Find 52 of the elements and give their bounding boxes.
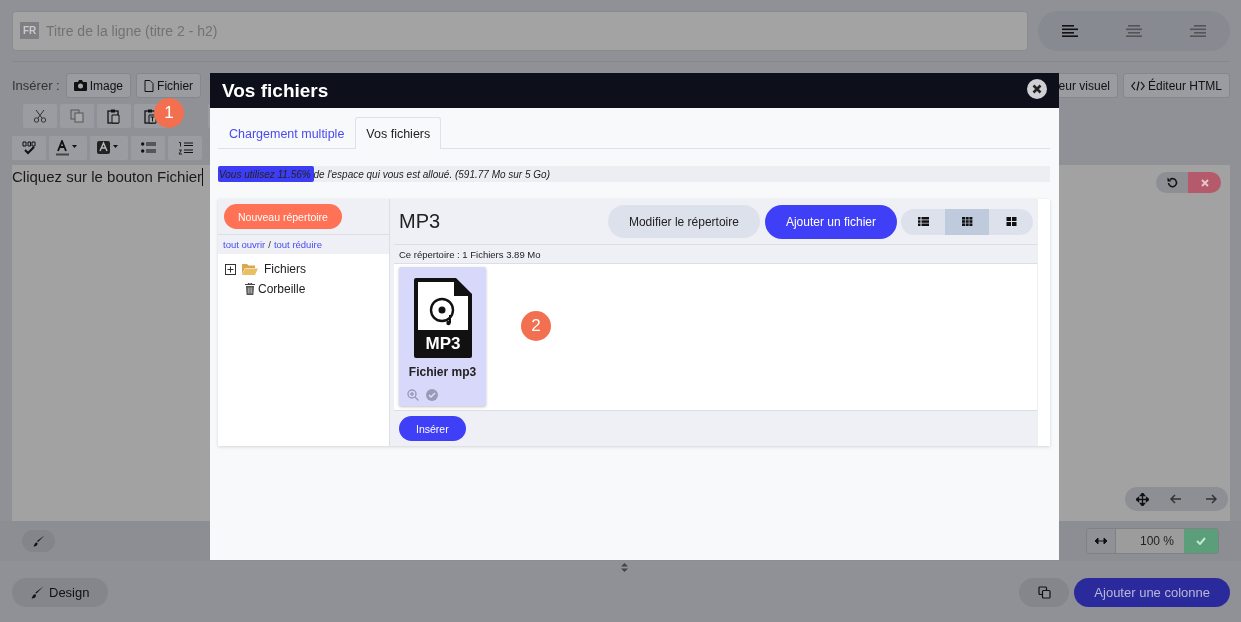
insert-button[interactable]: Insérer <box>399 416 466 441</box>
view-mode-icon <box>1005 217 1017 226</box>
cut-icon[interactable] <box>23 104 57 128</box>
spellcheck-icon[interactable] <box>12 136 46 160</box>
tree-item[interactable]: Fichiers <box>264 262 306 276</box>
paste-icon[interactable] <box>97 104 131 128</box>
view-mode-button[interactable] <box>945 208 989 235</box>
folder-info: Ce répertoire : 1 Fichiers 3.89 Mo <box>399 248 541 260</box>
zoom-field[interactable]: 100 % <box>1115 529 1184 553</box>
highlight-color-icon[interactable] <box>90 136 128 160</box>
view-mode-icon <box>961 217 973 226</box>
file-card[interactable]: MP3 Fichier mp3 <box>399 267 486 406</box>
code-icon <box>1130 80 1145 91</box>
expander-icon[interactable] <box>225 263 236 275</box>
brush-icon <box>32 535 45 547</box>
add-file-button[interactable]: Ajouter un fichier <box>764 204 897 239</box>
resize-icon[interactable] <box>620 562 628 572</box>
folder-icon <box>242 263 258 275</box>
text-align-icon[interactable] <box>1062 25 1078 37</box>
file-name: Fichier mp3 <box>408 365 477 379</box>
insert-button[interactable]: Image <box>65 73 132 98</box>
edit-folder-button[interactable]: Modifier le répertoire <box>607 205 760 238</box>
numbered-list-icon[interactable] <box>168 136 202 160</box>
language-badge: FR <box>20 22 40 39</box>
dialog-title: Vos fichiers <box>222 79 329 102</box>
editor-mode-button[interactable]: Éditeur HTML <box>1122 73 1230 98</box>
insert-label: Insérer : <box>12 78 60 93</box>
link-separator: / <box>268 239 271 250</box>
view-mode-icon <box>917 217 929 226</box>
file-icon <box>144 79 155 92</box>
undo-icon[interactable] <box>1156 172 1188 193</box>
collapse-all-link[interactable]: tout réduire <box>273 239 322 250</box>
editor-mode-button[interactable]: eur visuel <box>1056 73 1118 98</box>
design-button[interactable]: Design <box>12 577 109 607</box>
add-column-button[interactable]: Ajouter une colonne <box>1074 577 1230 607</box>
audio-file-icon: MP3 <box>411 278 474 358</box>
trash-icon <box>245 283 255 295</box>
camera-icon <box>73 80 87 91</box>
duplicate-icon[interactable] <box>1019 577 1070 607</box>
tree-item[interactable]: Corbeille <box>258 282 306 296</box>
expand-all-link[interactable]: tout ouvrir <box>223 239 266 250</box>
check-icon[interactable] <box>426 389 438 401</box>
check-icon[interactable] <box>1184 529 1218 553</box>
brush-button[interactable] <box>22 530 55 552</box>
step-badge: 1 <box>154 98 184 128</box>
text-color-icon[interactable] <box>49 136 87 160</box>
tab[interactable]: Chargement multiple <box>218 117 356 149</box>
editor-text: Cliquez sur le bouton Fichier <box>12 168 203 185</box>
usage-text: Vous utilisez 11.56% de l'espace qui vous est alloué. (591.77 Mo sur 5 Go) <box>218 168 550 180</box>
tab[interactable]: Vos fichiers <box>355 117 442 149</box>
insert-button[interactable]: Fichier <box>136 73 202 98</box>
folder-title: MP3 <box>399 210 441 233</box>
